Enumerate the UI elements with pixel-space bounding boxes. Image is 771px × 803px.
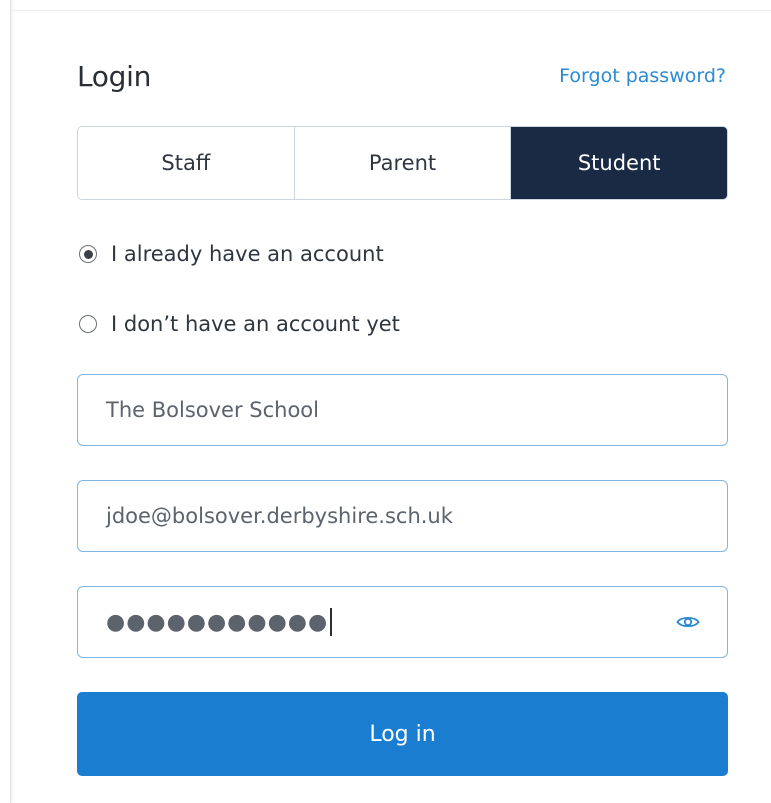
school-field[interactable]: The Bolsover School [77, 374, 728, 446]
card-left-edge [0, 0, 11, 803]
card-top-edge [10, 0, 771, 11]
tab-staff[interactable]: Staff [78, 127, 294, 199]
login-form: Login Forgot password? Staff Parent Stud… [77, 40, 728, 776]
email-field[interactable]: jdoe@bolsover.derbyshire.sch.uk [77, 480, 728, 552]
radio-have-account-label: I already have an account [111, 242, 384, 266]
radio-unchecked-icon[interactable] [79, 315, 97, 333]
radio-have-account[interactable]: I already have an account [77, 234, 728, 274]
tab-student[interactable]: Student [510, 127, 727, 199]
email-value: jdoe@bolsover.derbyshire.sch.uk [106, 504, 453, 528]
text-caret [330, 608, 333, 636]
password-mask: ●●●●●●●●●●● [106, 609, 329, 635]
forgot-password-link[interactable]: Forgot password? [559, 65, 726, 87]
radio-checked-icon[interactable] [79, 245, 97, 263]
login-button[interactable]: Log in [77, 692, 728, 776]
radio-no-account[interactable]: I don’t have an account yet [77, 304, 728, 344]
tab-parent[interactable]: Parent [293, 127, 511, 199]
login-page: Login Forgot password? Staff Parent Stud… [0, 0, 771, 803]
page-title: Login [77, 59, 152, 93]
radio-no-account-label: I don’t have an account yet [111, 312, 400, 336]
login-header: Login Forgot password? [77, 40, 728, 112]
password-field[interactable]: ●●●●●●●●●●● [77, 586, 728, 658]
school-value: The Bolsover School [106, 398, 319, 422]
eye-icon[interactable] [675, 613, 701, 631]
user-type-tabs: Staff Parent Student [77, 126, 728, 200]
password-value: ●●●●●●●●●●● [106, 608, 333, 636]
